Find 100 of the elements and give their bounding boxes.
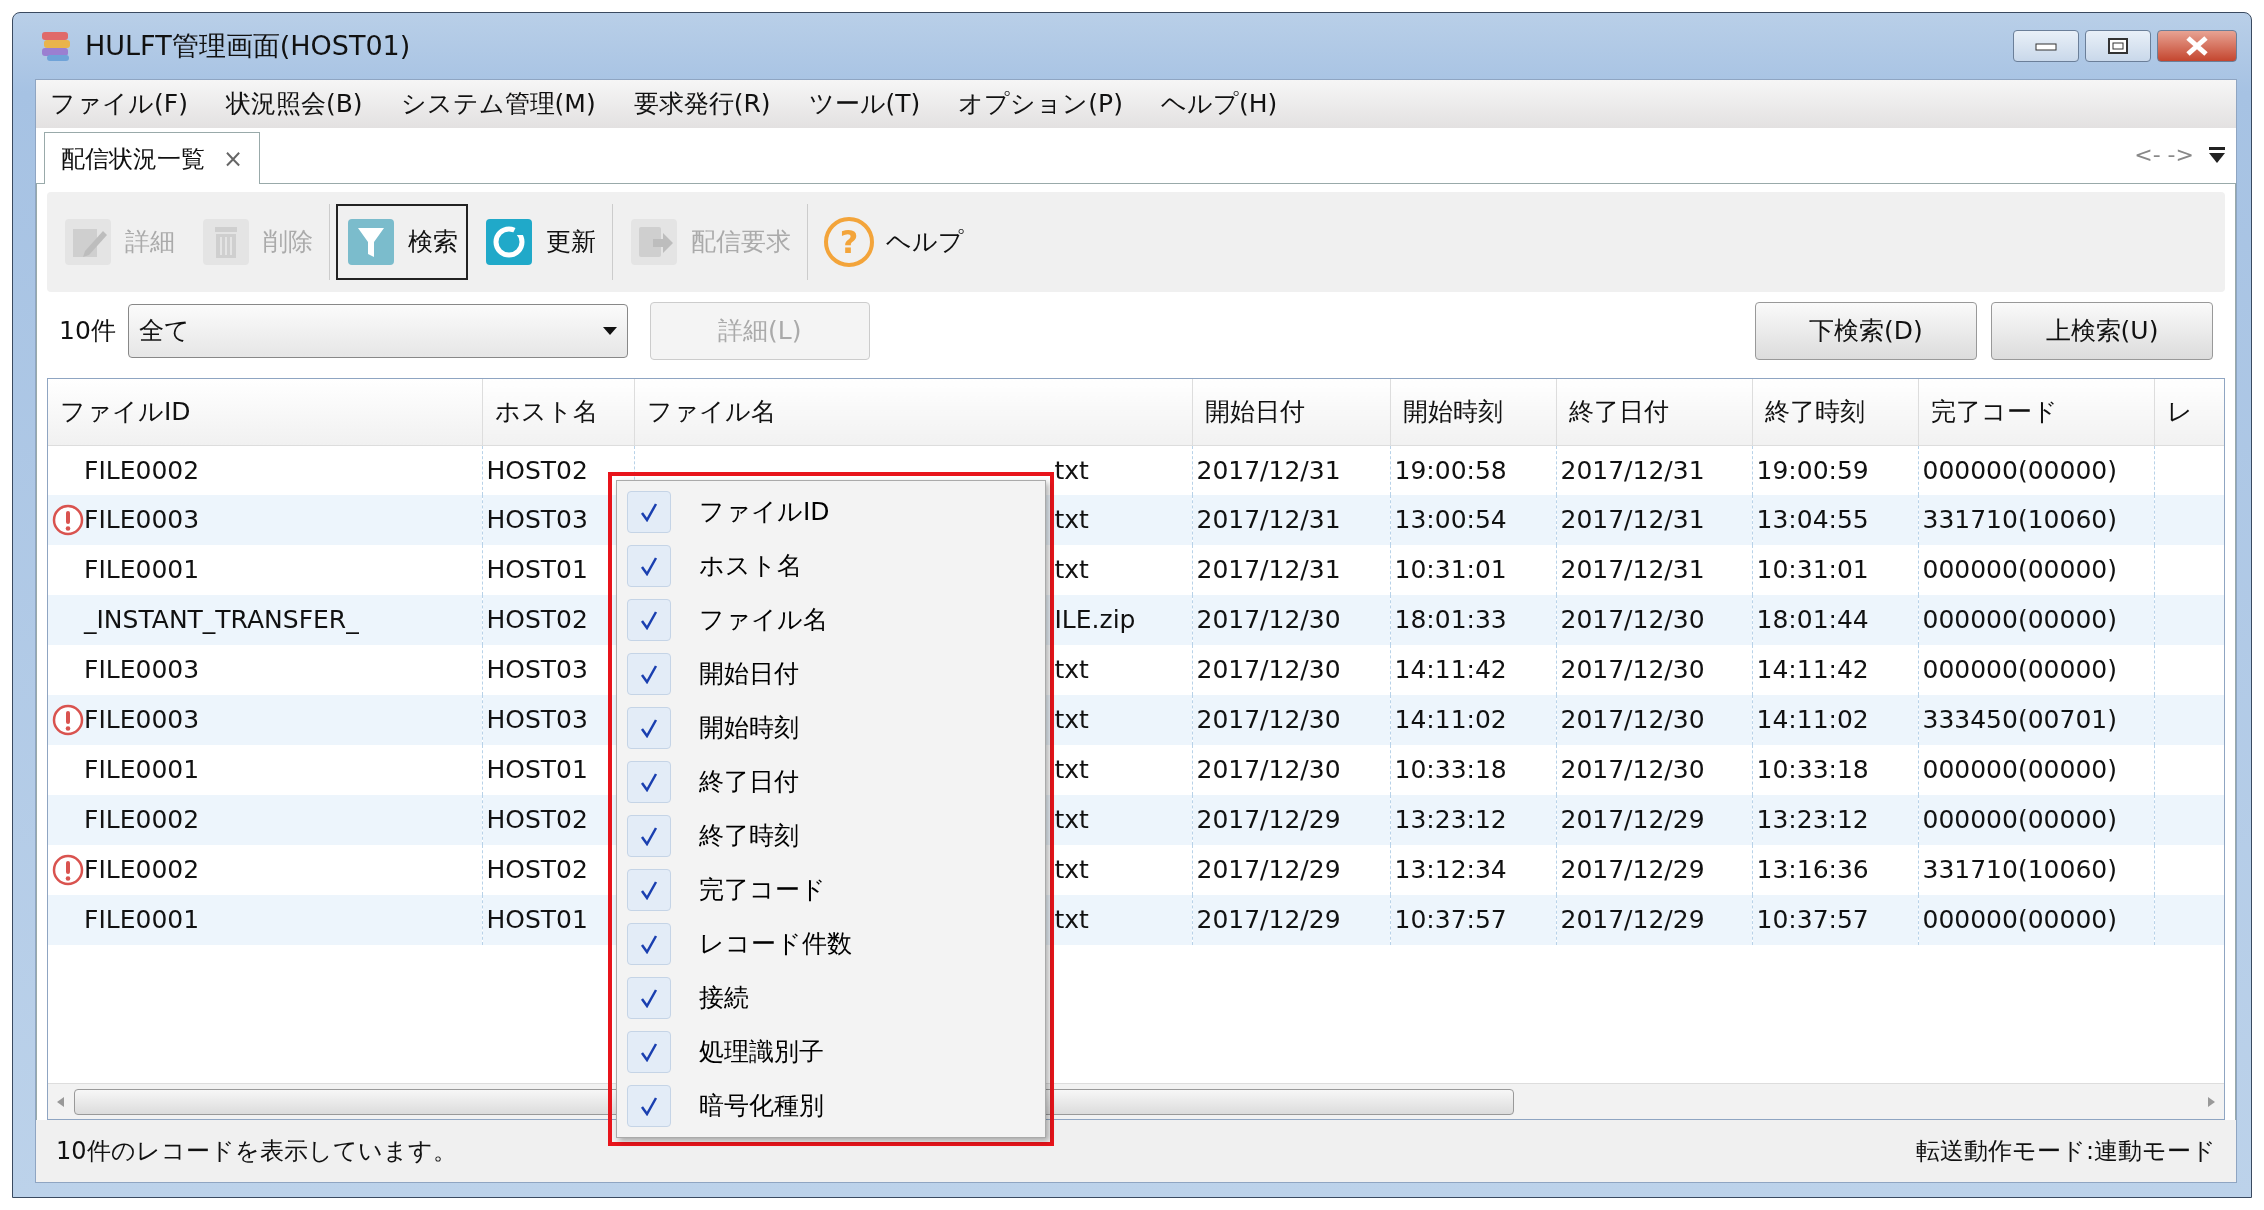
table-cell: 10:37:57 — [1390, 895, 1556, 945]
table-cell: 2017/12/29 — [1556, 795, 1752, 845]
table-cell: 18:01:44 — [1752, 595, 1918, 645]
warning-icon — [52, 704, 84, 736]
checkbox[interactable] — [627, 977, 671, 1019]
menu-item[interactable]: ツール(T) — [808, 85, 921, 123]
checkbox[interactable] — [627, 923, 671, 965]
checkbox[interactable] — [627, 491, 671, 533]
search-up-button[interactable]: 上検索(U) — [1991, 302, 2213, 360]
check-icon — [640, 826, 658, 846]
table-cell-text: FILE0002 — [84, 454, 200, 487]
document-pencil-icon — [63, 217, 113, 267]
check-icon — [640, 988, 658, 1008]
menu-item[interactable]: 暗号化種別 — [617, 1079, 1045, 1133]
check-icon — [640, 502, 658, 522]
minimize-button[interactable] — [2012, 30, 2079, 62]
transfer-mode-text: 転送動作モード:連動モード — [1915, 1136, 2216, 1167]
table-cell-text: _INSTANT_TRANSFER_ — [84, 604, 359, 637]
minimize-icon — [2034, 41, 2057, 51]
maximize-button[interactable] — [2084, 30, 2151, 62]
table-cell-text: FILE0001 — [84, 754, 200, 787]
status-text: 10件のレコードを表示しています。 — [56, 1136, 457, 1167]
toolbar-button[interactable]: 更新 — [474, 204, 606, 280]
menu-item[interactable]: システム管理(M) — [400, 85, 596, 123]
checkbox[interactable] — [627, 1031, 671, 1073]
table-cell-text: FILE0002 — [84, 804, 200, 837]
warning-icon — [52, 854, 84, 886]
check-icon — [640, 556, 658, 576]
menu-item[interactable]: 状況照会(B) — [225, 85, 363, 123]
checkbox[interactable] — [627, 1085, 671, 1127]
table-cell: 13:04:55 — [1752, 495, 1918, 545]
help-icon: ? — [824, 217, 874, 267]
table-cell: 000000(00000) — [1918, 795, 2154, 845]
close-button[interactable] — [2157, 30, 2237, 62]
column-header[interactable]: ファイル名 — [634, 379, 1192, 445]
table-cell-text: FILE0003 — [84, 504, 200, 537]
toolbar-button[interactable]: ? ヘルプ — [814, 204, 974, 280]
menu-item[interactable]: 処理識別子 — [617, 1025, 1045, 1079]
table-cell: 13:23:12 — [1752, 795, 1918, 845]
table-cell: 2017/12/29 — [1192, 795, 1390, 845]
check-icon — [640, 610, 658, 630]
column-header[interactable]: 開始時刻 — [1390, 379, 1556, 445]
tab-scroll-arrows[interactable]: <- -> — [2134, 138, 2194, 171]
table-cell: 14:11:02 — [1752, 695, 1918, 745]
menu-item[interactable]: 要求発行(R) — [633, 85, 771, 123]
search-down-button[interactable]: 下検索(D) — [1755, 302, 1977, 360]
filter-dropdown[interactable]: 全て — [127, 304, 628, 358]
check-icon — [640, 880, 658, 900]
table-cell-text: FILE0003 — [84, 654, 200, 687]
table-cell-text: FILE0002 — [84, 854, 200, 887]
table-cell-text: FILE0001 — [84, 904, 200, 937]
table-cell: 2017/12/30 — [1192, 595, 1390, 645]
table-cell: 2017/12/31 — [1192, 495, 1390, 545]
column-header[interactable]: ホスト名 — [482, 379, 634, 445]
toolbar-button[interactable]: 検索 — [336, 204, 468, 280]
column-header[interactable]: ファイルID — [48, 379, 482, 445]
table-cell: 14:11:02 — [1390, 695, 1556, 745]
column-header[interactable]: レ — [2154, 379, 2224, 445]
check-icon — [640, 718, 658, 738]
close-icon — [2184, 35, 2210, 57]
menu-item[interactable]: オプション(P) — [958, 85, 1123, 123]
table-cell: 13:00:54 — [1390, 495, 1556, 545]
checkbox[interactable] — [627, 815, 671, 857]
column-header[interactable]: 開始日付 — [1192, 379, 1390, 445]
menu-item[interactable]: ファイル(F) — [50, 85, 188, 123]
check-icon — [640, 1042, 658, 1062]
warning-icon — [52, 504, 84, 536]
table-cell-text: FILE0003 — [84, 704, 200, 737]
check-icon — [640, 772, 658, 792]
column-header[interactable]: 完了コード — [1918, 379, 2154, 445]
tab[interactable]: 配信状況一覧 × — [44, 132, 261, 184]
funnel-icon — [346, 217, 396, 267]
table-cell: 331710(10060) — [1918, 495, 2154, 545]
table-cell: 000000(00000) — [1918, 595, 2154, 645]
table-cell: 13:23:12 — [1390, 795, 1556, 845]
menu-item[interactable]: ヘルプ(H) — [1160, 85, 1278, 123]
table-cell-text: FILE0001 — [84, 554, 200, 587]
checkbox[interactable] — [627, 545, 671, 587]
table-cell: 2017/12/30 — [1556, 695, 1752, 745]
check-icon — [640, 934, 658, 954]
column-header[interactable]: 終了時刻 — [1752, 379, 1918, 445]
tab-list-icon[interactable] — [2208, 145, 2226, 164]
check-icon — [640, 1096, 658, 1116]
checkbox[interactable] — [627, 761, 671, 803]
tab-close-button[interactable]: × — [223, 140, 244, 177]
refresh-icon — [484, 217, 534, 267]
trash-icon — [201, 217, 251, 267]
table-cell: 18:01:33 — [1390, 595, 1556, 645]
table-cell: 10:37:57 — [1752, 895, 1918, 945]
check-icon — [640, 664, 658, 684]
menu-item[interactable]: 接続 — [617, 971, 1045, 1025]
column-header[interactable]: 終了日付 — [1556, 379, 1752, 445]
checkbox[interactable] — [627, 653, 671, 695]
checkbox[interactable] — [627, 869, 671, 911]
table-cell: 333450(00701) — [1918, 695, 2154, 745]
maximize-icon — [2106, 37, 2129, 55]
table-cell: 2017/12/31 — [1556, 495, 1752, 545]
checkbox[interactable] — [627, 707, 671, 749]
checkbox[interactable] — [627, 599, 671, 641]
table-cell: 2017/12/30 — [1556, 595, 1752, 645]
